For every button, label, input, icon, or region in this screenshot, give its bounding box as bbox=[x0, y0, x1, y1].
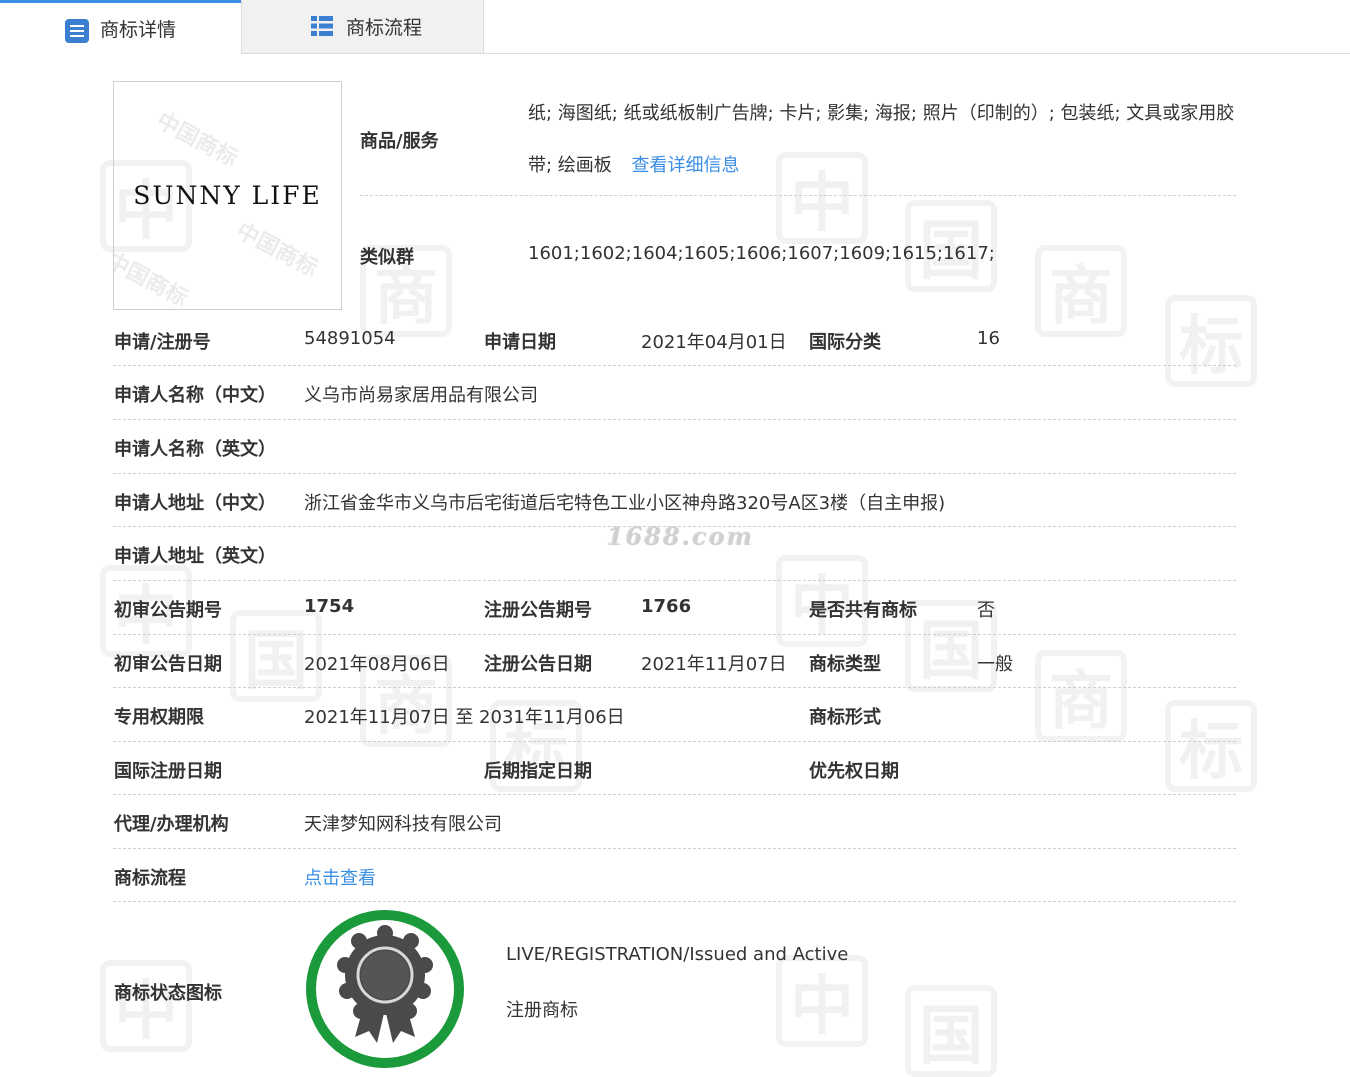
intl-class-value: 16 bbox=[977, 328, 1000, 349]
prelim-date-label: 初审公告日期 bbox=[114, 654, 222, 675]
reg-pub-date-value: 2021年11月07日 bbox=[641, 654, 787, 675]
flow-view-link[interactable]: 点击查看 bbox=[304, 864, 376, 890]
divider bbox=[113, 687, 1236, 688]
divider bbox=[113, 419, 1236, 420]
tab-trademark-detail[interactable]: 商标详情 bbox=[0, 0, 241, 54]
agent-value: 天津梦知网科技有限公司 bbox=[304, 814, 502, 835]
apply-date-label: 申请日期 bbox=[484, 332, 556, 353]
reg-no-value: 54891054 bbox=[304, 328, 396, 349]
address-en-label: 申请人地址（英文） bbox=[114, 546, 276, 567]
goods-text: 纸; 海图纸; 纸或纸板制广告牌; 卡片; 影集; 海报; 照片（印制的）; 包… bbox=[528, 88, 1240, 192]
list-doc-icon bbox=[64, 18, 90, 44]
reg-pub-no-label: 注册公告期号 bbox=[484, 600, 592, 621]
divider bbox=[113, 848, 1236, 849]
address-cn-label: 申请人地址（中文） bbox=[114, 493, 276, 514]
agent-label: 代理/办理机构 bbox=[114, 814, 229, 835]
logo-watermark: 中国商标 bbox=[113, 248, 192, 310]
goods-label: 商品/服务 bbox=[360, 131, 439, 152]
trademark-image: 中国商标 中国商标 中国商标 SUNNY LIFE bbox=[113, 81, 342, 310]
divider bbox=[113, 473, 1236, 474]
address-cn-value: 浙江省金华市义乌市后宅街道后宅特色工业小区神舟路320号A区3楼（自主申报) bbox=[304, 493, 946, 514]
shared-label: 是否共有商标 bbox=[809, 600, 917, 621]
watermark-stamp: 标 bbox=[1165, 700, 1257, 792]
tm-type-value: 一般 bbox=[977, 654, 1013, 675]
later-date-label: 后期指定日期 bbox=[484, 761, 592, 782]
watermark-stamp: 标 bbox=[1165, 295, 1257, 387]
applicant-cn-label: 申请人名称（中文） bbox=[114, 385, 276, 406]
intl-reg-date-label: 国际注册日期 bbox=[114, 761, 222, 782]
prelim-date-value: 2021年08月06日 bbox=[304, 654, 450, 675]
flow-label: 商标流程 bbox=[114, 868, 186, 889]
watermark-stamp: 中 bbox=[776, 955, 868, 1047]
exclusive-value: 2021年11月07日 至 2031年11月06日 bbox=[304, 707, 625, 728]
divider bbox=[113, 901, 1236, 902]
prelim-no-label: 初审公告期号 bbox=[114, 600, 222, 621]
watermark-stamp: 商 bbox=[1035, 245, 1127, 337]
applicant-cn-value: 义乌市尚易家居用品有限公司 bbox=[304, 385, 538, 406]
table-list-icon bbox=[310, 14, 336, 40]
exclusive-label: 专用权期限 bbox=[114, 707, 204, 728]
tab-bar: 商标详情 商标流程 bbox=[0, 0, 1350, 54]
divider bbox=[113, 580, 1236, 581]
divider bbox=[360, 195, 1236, 196]
watermark-stamp: 中 bbox=[100, 960, 192, 1052]
tab-label: 商标详情 bbox=[100, 19, 177, 41]
reg-pub-no-value: 1766 bbox=[641, 596, 692, 617]
trademark-logo-text: SUNNY LIFE bbox=[133, 181, 322, 210]
watermark-stamp: 国 bbox=[905, 985, 997, 1077]
apply-date-value: 2021年04月01日 bbox=[641, 332, 787, 353]
similar-group-value: 1601;1602;1604;1605;1606;1607;1609;1615;… bbox=[528, 243, 995, 264]
tab-trademark-flow[interactable]: 商标流程 bbox=[241, 0, 484, 53]
watermark-stamp: 商 bbox=[1035, 650, 1127, 742]
reg-no-label: 申请/注册号 bbox=[114, 332, 211, 353]
view-details-link[interactable]: 查看详细信息 bbox=[632, 155, 740, 176]
tm-type-label: 商标类型 bbox=[809, 654, 881, 675]
shared-value: 否 bbox=[977, 600, 995, 621]
logo-watermark: 中国商标 bbox=[232, 218, 322, 282]
divider bbox=[113, 741, 1236, 742]
reg-pub-date-label: 注册公告日期 bbox=[484, 654, 592, 675]
divider bbox=[113, 526, 1236, 527]
prelim-no-value: 1754 bbox=[304, 596, 355, 617]
status-chinese: 注册商标 bbox=[506, 1000, 578, 1021]
logo-watermark: 中国商标 bbox=[152, 108, 242, 172]
similar-group-label: 类似群 bbox=[360, 247, 414, 268]
status-icon-label: 商标状态图标 bbox=[114, 983, 222, 1004]
divider bbox=[113, 794, 1236, 795]
tab-label: 商标流程 bbox=[346, 17, 423, 39]
tm-form-label: 商标形式 bbox=[809, 707, 881, 728]
registration-badge-icon bbox=[305, 909, 465, 1069]
priority-label: 优先权日期 bbox=[809, 761, 899, 782]
status-english: LIVE/REGISTRATION/Issued and Active bbox=[506, 944, 849, 965]
intl-class-label: 国际分类 bbox=[809, 332, 881, 353]
divider bbox=[113, 634, 1236, 635]
applicant-en-label: 申请人名称（英文） bbox=[114, 439, 276, 460]
divider bbox=[113, 365, 1236, 366]
